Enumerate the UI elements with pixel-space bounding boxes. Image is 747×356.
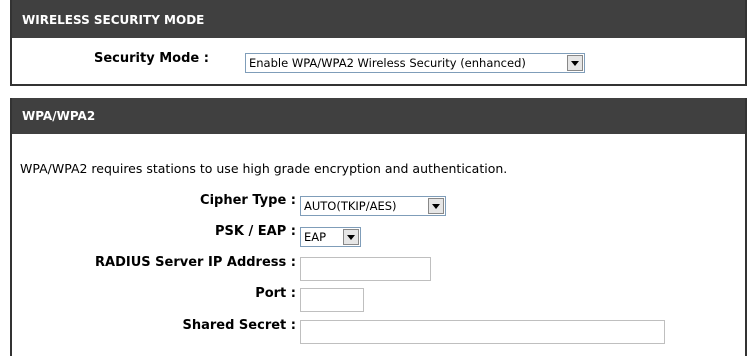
cipher-type-select[interactable]: AUTO(TKIP/AES) [300, 196, 446, 216]
wpa-description: WPA/WPA2 requires stations to use high g… [20, 161, 508, 176]
radius-ip-label: RADIUS Server IP Address : [95, 255, 296, 270]
security-mode-value: Enable WPA/WPA2 Wireless Security (enhan… [249, 56, 526, 70]
chevron-down-icon[interactable] [343, 229, 359, 245]
psk-eap-label: PSK / EAP : [215, 224, 296, 239]
security-mode-select[interactable]: Enable WPA/WPA2 Wireless Security (enhan… [245, 53, 585, 73]
cipher-type-label: Cipher Type : [200, 193, 296, 208]
port-label: Port : [255, 286, 296, 301]
wireless-security-mode-section: WIRELESS SECURITY MODE Security Mode : E… [10, 0, 747, 86]
port-input[interactable] [300, 288, 364, 312]
chevron-down-icon[interactable] [567, 55, 583, 71]
psk-eap-value: EAP [304, 230, 327, 244]
psk-eap-select[interactable]: EAP [300, 227, 361, 247]
shared-secret-label: Shared Secret : [182, 318, 296, 333]
section-header: WIRELESS SECURITY MODE [12, 0, 745, 38]
cipher-type-value: AUTO(TKIP/AES) [304, 199, 397, 213]
section-header: WPA/WPA2 [12, 98, 745, 134]
shared-secret-input[interactable] [300, 320, 665, 344]
radius-ip-input[interactable] [300, 257, 431, 281]
chevron-down-icon[interactable] [428, 198, 444, 214]
wpa-section: WPA/WPA2 WPA/WPA2 requires stations to u… [10, 98, 747, 356]
security-mode-label: Security Mode : [94, 51, 209, 66]
